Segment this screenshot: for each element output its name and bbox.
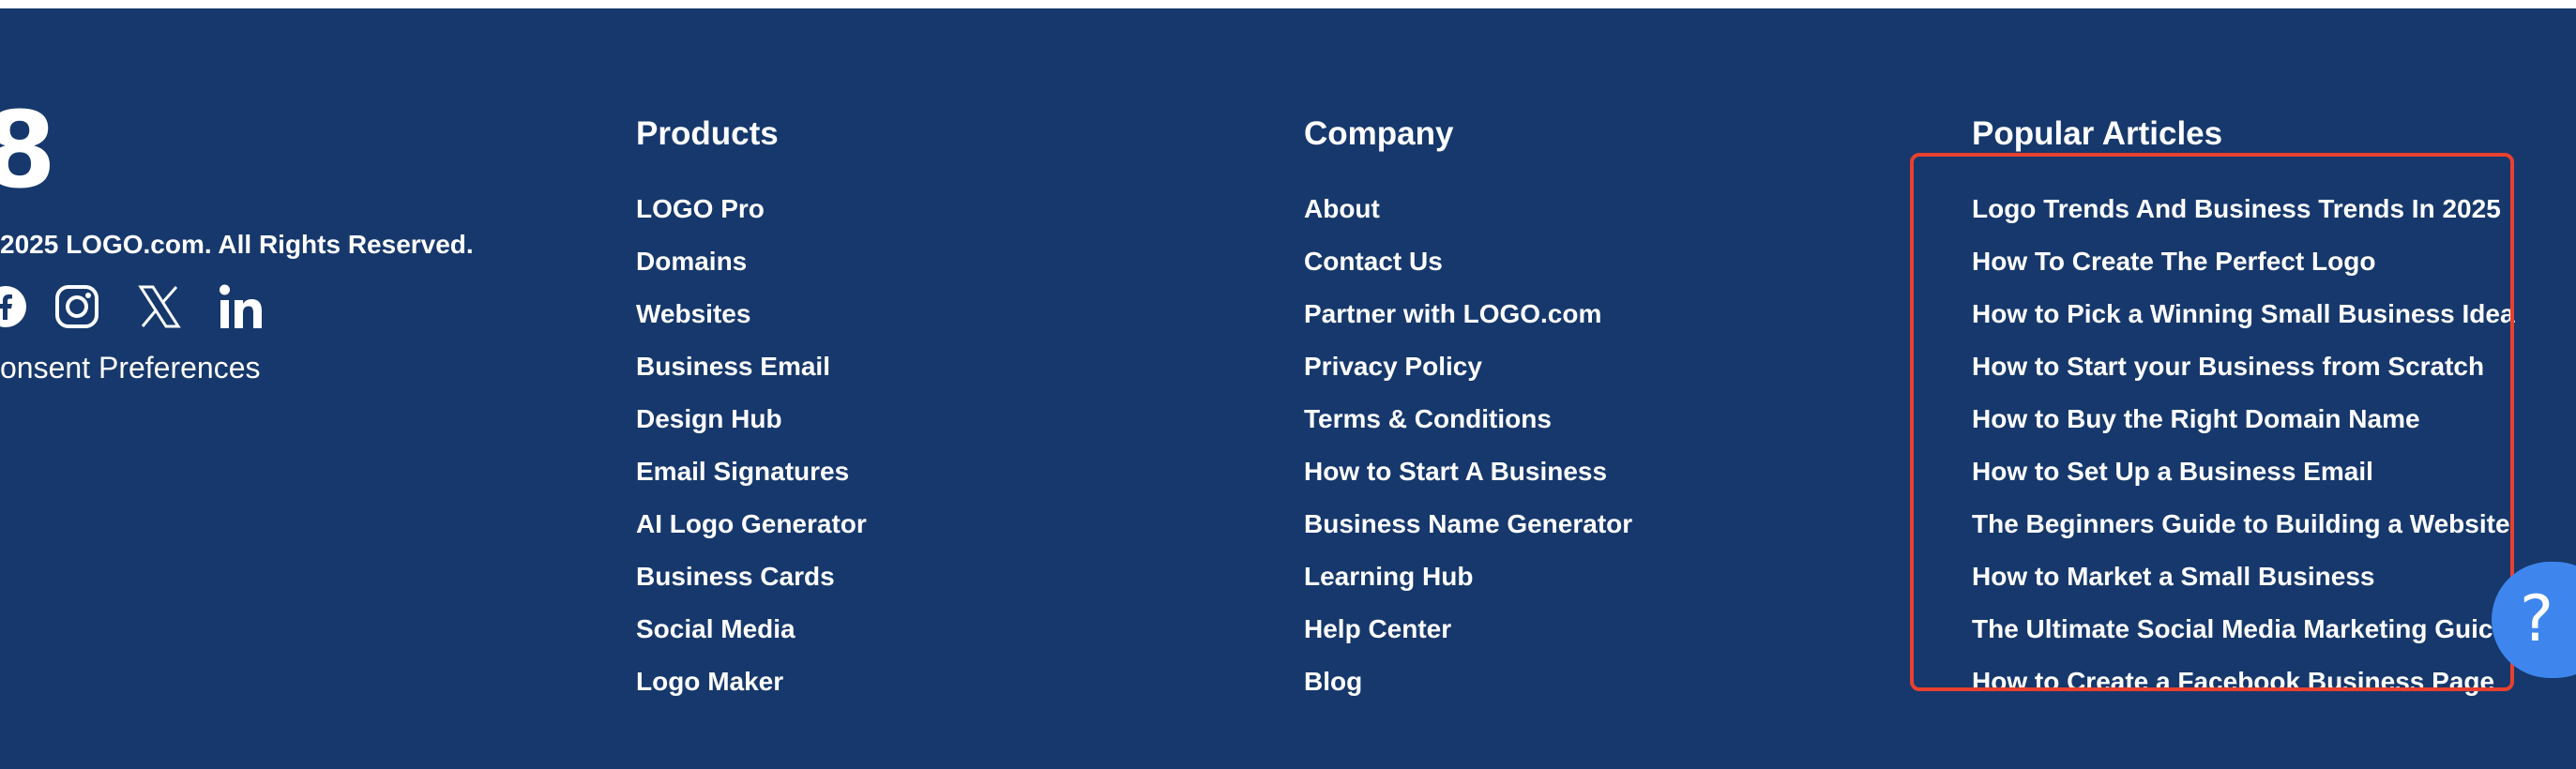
footer-link[interactable]: Help Center [1304, 614, 1451, 643]
brand-logo[interactable]: 8 [0, 98, 58, 204]
articles-highlight-box [1910, 153, 2514, 691]
footer-link[interactable]: Social Media [636, 614, 796, 643]
consent-preferences-link[interactable]: onsent Preferences [0, 351, 261, 385]
footer-link[interactable]: Blog [1304, 667, 1362, 696]
footer-link[interactable]: Terms & Conditions [1304, 404, 1552, 433]
products-heading: Products [636, 115, 779, 152]
footer-link[interactable]: Privacy Policy [1304, 352, 1482, 381]
instagram-icon[interactable] [51, 277, 103, 337]
footer-link[interactable]: Partner with LOGO.com [1304, 299, 1601, 328]
linkedin-icon[interactable] [216, 277, 268, 337]
site-footer: 8 2025 LOGO.com. All Rights Reserved. on… [0, 8, 2576, 769]
x-icon[interactable] [133, 277, 186, 337]
products-column: Products LOGO Pro Domains Websites Busin… [636, 110, 867, 708]
social-links [0, 277, 281, 337]
popular-articles-heading: Popular Articles [1972, 115, 2223, 152]
company-heading: Company [1304, 115, 1454, 152]
footer-link[interactable]: Contact Us [1304, 247, 1443, 276]
footer-link[interactable]: Websites [636, 299, 750, 328]
footer-link[interactable]: Business Cards [636, 562, 835, 591]
footer-link[interactable]: Learning Hub [1304, 562, 1473, 591]
footer-link[interactable]: AI Logo Generator [636, 509, 867, 538]
footer-link[interactable]: Email Signatures [636, 457, 849, 486]
company-column: Company About Contact Us Partner with LO… [1304, 110, 1632, 708]
footer-link[interactable]: About [1304, 194, 1380, 223]
footer-link[interactable]: LOGO Pro [636, 194, 765, 223]
footer-link[interactable]: How to Start A Business [1304, 457, 1607, 486]
footer-link[interactable]: Business Email [636, 352, 830, 381]
copyright-text: 2025 LOGO.com. All Rights Reserved. [0, 230, 474, 259]
facebook-icon[interactable] [0, 277, 32, 337]
footer-link[interactable]: Domains [636, 247, 747, 276]
footer-link[interactable]: Logo Maker [636, 667, 783, 696]
footer-link[interactable]: Design Hub [636, 404, 782, 433]
footer-link[interactable]: Business Name Generator [1304, 509, 1632, 538]
